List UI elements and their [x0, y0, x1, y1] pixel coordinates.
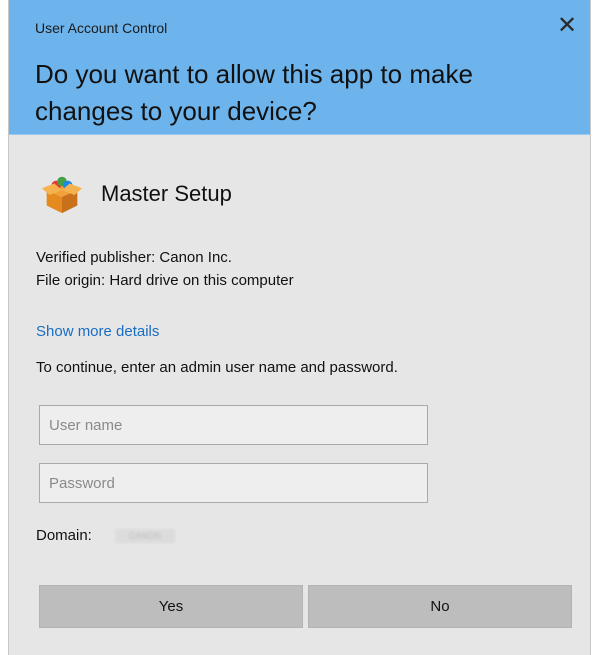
no-button[interactable]: No [308, 585, 572, 628]
yes-button[interactable]: Yes [39, 585, 303, 628]
uac-dialog: User Account Control ✕ Do you want to al… [8, 0, 591, 655]
app-row: Master Setup [39, 170, 232, 218]
app-name: Master Setup [101, 181, 232, 206]
publisher-line: Verified publisher: Canon Inc. [36, 249, 232, 266]
origin-line: File origin: Hard drive on this computer [36, 272, 294, 289]
close-icon: ✕ [556, 11, 578, 39]
prompt-question: Do you want to allow this app to make ch… [35, 59, 473, 126]
domain-value: CANON [115, 529, 175, 543]
username-input[interactable] [39, 405, 428, 445]
instruction-text: To continue, enter an admin user name an… [36, 359, 398, 376]
domain-label: Domain: [36, 527, 92, 544]
password-input[interactable] [39, 463, 428, 503]
dialog-header: User Account Control ✕ Do you want to al… [9, 0, 590, 135]
publisher-info: Verified publisher: Canon Inc. File orig… [36, 246, 294, 292]
window-title: User Account Control [35, 20, 168, 36]
box-package-icon [41, 176, 83, 214]
close-button[interactable]: ✕ [552, 10, 582, 40]
show-more-details-link[interactable]: Show more details [36, 323, 159, 340]
